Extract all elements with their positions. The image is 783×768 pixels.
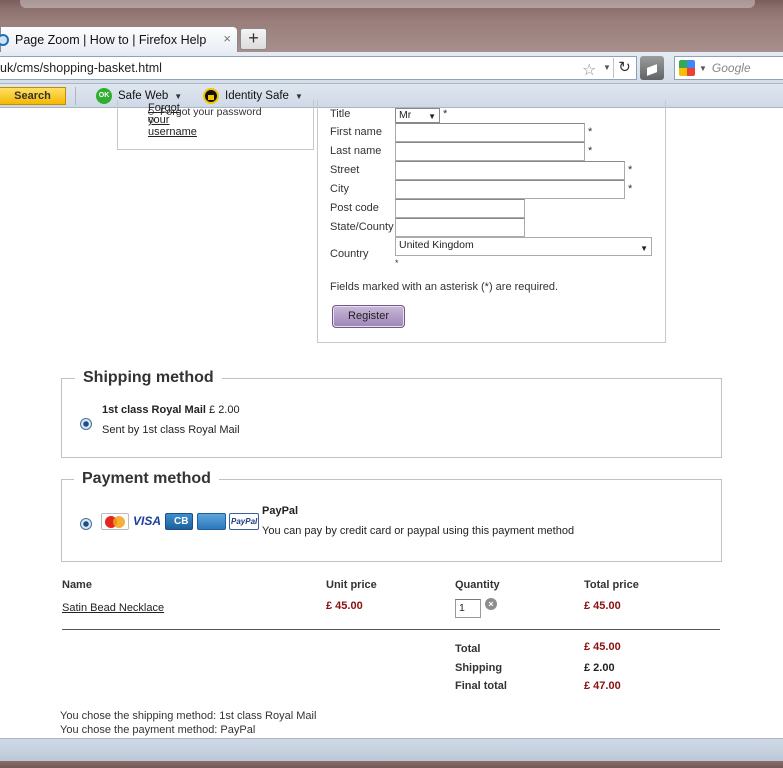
remove-item-icon[interactable]: ×: [485, 598, 497, 610]
street-field[interactable]: [395, 161, 625, 180]
item-total-price: £ 45.00: [584, 600, 621, 612]
payment-option-name: PayPal: [262, 505, 299, 517]
chevron-down-icon: ▼: [640, 244, 648, 253]
payment-method-heading: Payment method: [74, 470, 219, 488]
shipping-total-label: Shipping: [455, 662, 503, 674]
product-link[interactable]: Satin Bead Necklace: [62, 602, 164, 614]
title-select-value: Mr: [399, 109, 412, 121]
shipping-option-radio[interactable]: [80, 418, 92, 430]
chevron-down-icon: ▼: [428, 112, 436, 121]
last-name-label: Last name: [330, 145, 382, 157]
city-label: City: [330, 183, 349, 195]
payment-option-description: You can pay by credit card or paypal usi…: [262, 525, 575, 537]
column-header-total-price: Total price: [584, 579, 639, 591]
column-header-unit-price: Unit price: [326, 579, 377, 591]
tab-page-zoom[interactable]: Page Zoom | How to | Firefox Help ×: [0, 26, 238, 52]
browser-status-bar: [0, 738, 783, 768]
login-panel: Forgot your password Forgot your usernam…: [117, 100, 314, 150]
title-label: Title: [330, 108, 351, 120]
titlebar-glow: [20, 0, 755, 8]
new-tab-button[interactable]: +: [240, 28, 267, 50]
last-name-field[interactable]: [395, 142, 585, 161]
navigation-bar: uk/cms/shopping-basket.html ☆ ▼ ↻ ▼ Goog…: [0, 52, 783, 84]
reload-icon[interactable]: ↻: [613, 58, 635, 78]
forgot-username-link[interactable]: Forgot your username: [148, 102, 197, 138]
cb-icon: [165, 513, 193, 530]
state-county-label: State/County: [330, 221, 394, 233]
final-total-value: £ 47.00: [584, 680, 621, 692]
shipping-method-heading: Shipping method: [75, 369, 222, 387]
url-history-dropdown-icon[interactable]: ▼: [603, 63, 611, 72]
street-label: Street: [330, 164, 360, 176]
google-icon[interactable]: [679, 60, 695, 76]
column-header-name: Name: [62, 579, 92, 591]
tab-close-icon[interactable]: ×: [223, 31, 231, 46]
country-select[interactable]: United Kingdom ▼: [395, 237, 652, 256]
required-asterisk: *: [628, 164, 633, 176]
quantity-input[interactable]: 1: [455, 599, 481, 618]
required-asterisk: *: [588, 145, 593, 157]
search-input[interactable]: ▼ Google: [674, 56, 783, 80]
search-placeholder: Google: [711, 61, 751, 75]
safe-web-ok-icon: OK: [96, 88, 112, 104]
window-titlebar: [0, 0, 783, 24]
chosen-payment-summary: You chose the payment method: PayPal: [60, 724, 256, 736]
tab-title: Page Zoom | How to | Firefox Help: [15, 32, 207, 47]
required-asterisk: *: [628, 183, 633, 195]
toolbar-search-button[interactable]: Search: [0, 87, 66, 105]
shipping-option-name: 1st class Royal Mail: [102, 404, 206, 416]
column-header-quantity: Quantity: [455, 579, 500, 591]
required-asterisk: *: [443, 108, 448, 120]
payment-option-radio[interactable]: [80, 518, 92, 530]
shipping-method-fieldset: [61, 378, 722, 458]
country-select-value: United Kingdom: [399, 239, 474, 251]
firefox-help-favicon-icon: [0, 33, 9, 46]
tab-bar: Page Zoom | How to | Firefox Help × +: [0, 24, 783, 52]
toolbar-separator: [75, 87, 76, 105]
shipping-option-label: 1st class Royal Mail £ 2.00: [102, 404, 240, 416]
bookmark-star-icon[interactable]: ☆: [582, 60, 596, 80]
chosen-shipping-summary: You chose the shipping method: 1st class…: [60, 710, 317, 722]
taskbar-edge: [0, 761, 783, 768]
shipping-option-price: £ 2.00: [209, 404, 240, 416]
search-engine-dropdown-icon[interactable]: ▼: [699, 64, 707, 73]
unit-price: £ 45.00: [326, 600, 363, 612]
country-label: Country: [330, 248, 369, 260]
url-text[interactable]: uk/cms/shopping-basket.html: [0, 61, 162, 75]
home-button[interactable]: [640, 56, 664, 80]
required-asterisk: *: [395, 258, 399, 268]
total-value: £ 45.00: [584, 641, 621, 653]
url-bar[interactable]: uk/cms/shopping-basket.html ☆ ▼ ↻: [0, 56, 637, 80]
post-code-field[interactable]: [395, 199, 525, 218]
first-name-label: First name: [330, 126, 382, 138]
state-county-field[interactable]: [395, 218, 525, 237]
mastercard-icon: [101, 513, 129, 530]
visa-icon: VISA: [133, 514, 162, 528]
final-total-label: Final total: [455, 680, 507, 692]
required-fields-note: Fields marked with an asterisk (*) are r…: [330, 281, 559, 293]
forgot-username-text[interactable]: Forgot your username: [148, 102, 197, 138]
first-name-field[interactable]: [395, 123, 585, 142]
post-code-label: Post code: [330, 202, 379, 214]
register-button[interactable]: Register: [332, 305, 405, 328]
paypal-icon: [229, 513, 259, 530]
amex-icon: [197, 513, 226, 530]
city-field[interactable]: [395, 180, 625, 199]
total-label: Total: [455, 643, 481, 655]
shipping-option-description: Sent by 1st class Royal Mail: [102, 424, 240, 436]
totals-divider: [62, 629, 720, 630]
required-asterisk: *: [588, 126, 593, 138]
shipping-total-value: £ 2.00: [584, 662, 615, 674]
title-select[interactable]: Mr ▼: [395, 108, 440, 123]
